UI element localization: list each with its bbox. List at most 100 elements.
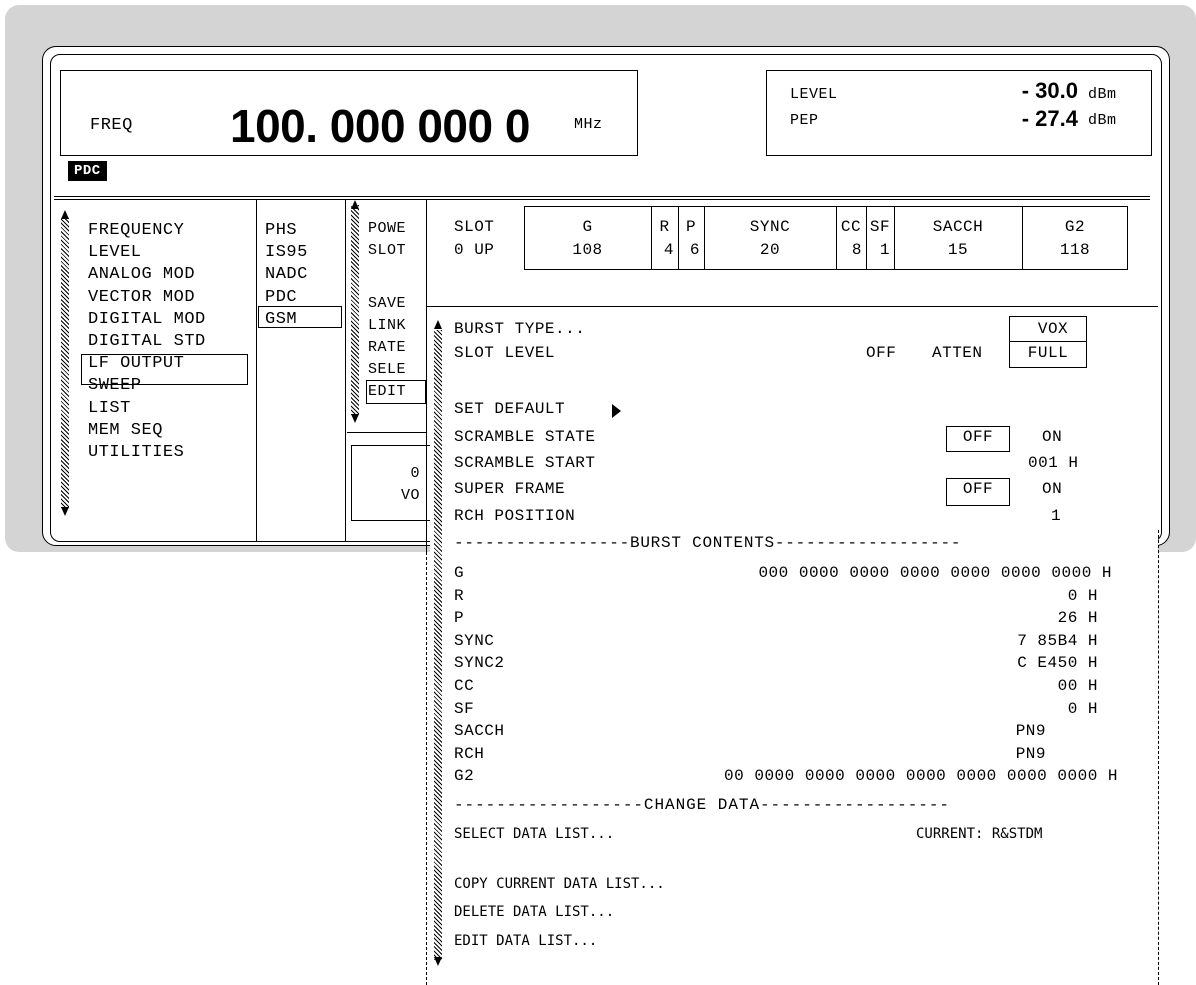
slot-field-r-value[interactable]: 4: [647, 241, 674, 259]
menu2-item-is95[interactable]: IS95: [265, 242, 308, 264]
slot-level-label[interactable]: SLOT LEVEL: [454, 344, 555, 362]
burst-row-sacch-value[interactable]: PN9: [446, 722, 1046, 740]
burst-row-g2-label: G2: [454, 767, 475, 786]
menu1-selection-box: [81, 354, 248, 385]
burst-row-sync-label: SYNC: [454, 631, 495, 650]
menu1-item-level[interactable]: LEVEL: [88, 242, 206, 264]
slot-field-sf-value[interactable]: 1: [862, 241, 890, 259]
slot-field-p-value[interactable]: 6: [674, 241, 700, 259]
slot-level-atten[interactable]: ATTEN: [932, 344, 983, 362]
menu1-item-list[interactable]: LIST: [88, 398, 206, 420]
signal-generator-screen: FREQ 100. 000 000 0 MHz LEVEL - 30.0 dBm…: [0, 0, 1196, 985]
scramble-state-label[interactable]: SCRAMBLE STATE: [454, 428, 595, 446]
set-default-arrow-icon: [612, 404, 621, 418]
menu3-scrollbar[interactable]: [351, 205, 359, 415]
scramble-start-value[interactable]: 001 H: [1028, 454, 1079, 472]
menu1-item-frequency[interactable]: FREQUENCY: [88, 220, 206, 242]
burst-contents-divider: -----------------BURST CONTENTS---------…: [454, 534, 962, 552]
super-frame-label[interactable]: SUPER FRAME: [454, 480, 565, 498]
settings-panel-right-dash: [1158, 530, 1159, 985]
scramble-state-on[interactable]: ON: [1042, 428, 1062, 446]
rch-position-label[interactable]: RCH POSITION: [454, 507, 575, 525]
pep-value: - 27.4: [1021, 106, 1078, 131]
menu1-scroll-up-icon[interactable]: [61, 210, 69, 219]
burst-row-sync2-label: SYNC2: [454, 654, 505, 673]
menu3-item-slot[interactable]: SLOT: [368, 242, 406, 259]
menu1-item-utilities[interactable]: UTILITIES: [88, 442, 206, 464]
menu3-item-power[interactable]: POWE: [368, 220, 406, 237]
super-frame-on[interactable]: ON: [1042, 480, 1062, 498]
menu1-item-digital-mod[interactable]: DIGITAL MOD: [88, 309, 206, 331]
menu1-item-analog-mod[interactable]: ANALOG MOD: [88, 264, 206, 286]
burst-row-g-value[interactable]: 000 0000 0000 0000 0000 0000 0000 H: [512, 564, 1112, 582]
slot-field-g-value[interactable]: 108: [524, 241, 651, 259]
menu1-item-mem-seq[interactable]: MEM SEQ: [88, 420, 206, 442]
copy-data-list-label[interactable]: COPY CURRENT DATA LIST...: [454, 876, 665, 892]
menu2-item-phs[interactable]: PHS: [265, 220, 308, 242]
menu2-divider: [345, 200, 346, 542]
level-value: - 30.0: [1021, 78, 1078, 103]
burst-row-sf-label: SF: [454, 699, 475, 718]
burst-row-rch-value[interactable]: PN9: [446, 745, 1046, 763]
menu3-item-edit[interactable]: EDIT: [368, 383, 406, 400]
scramble-state-off[interactable]: OFF: [946, 428, 1010, 446]
menu1-scrollbar[interactable]: [61, 218, 69, 508]
slot-field-sacch-name: SACCH: [932, 218, 984, 236]
menu3-scroll-down-icon[interactable]: [351, 414, 359, 423]
burst-row-sync2-value[interactable]: C E450 H: [498, 654, 1098, 672]
slot-field-separator: [704, 206, 705, 270]
burst-row-p-value[interactable]: 26 H: [498, 609, 1098, 627]
freq-unit: MHz: [574, 116, 603, 133]
menu3-info-line1: 0: [410, 465, 420, 482]
burst-row-sf-value[interactable]: 0 H: [498, 700, 1098, 718]
menu1-list: FREQUENCY LEVEL ANALOG MOD VECTOR MOD DIGITA…: [88, 220, 206, 464]
super-frame-off[interactable]: OFF: [946, 480, 1010, 498]
slot-level-full[interactable]: FULL: [1009, 344, 1087, 362]
burst-row-cc-value[interactable]: 00 H: [498, 677, 1098, 695]
slot-value: 0 UP: [454, 241, 495, 259]
menu1-item-vector-mod[interactable]: VECTOR MOD: [88, 287, 206, 309]
current-data-list: CURRENT: R&STDM: [916, 826, 1043, 842]
burst-row-sync-value[interactable]: 7 85B4 H: [498, 632, 1098, 650]
menu3-item-link[interactable]: LINK: [368, 317, 406, 334]
burst-row-g-label: G: [454, 564, 465, 582]
menu3-scroll-up-icon[interactable]: [351, 200, 359, 209]
settings-scroll-up-icon[interactable]: [434, 320, 442, 329]
settings-scrollbar[interactable]: [434, 330, 442, 960]
menu3-info-line2: VO: [400, 487, 420, 504]
slot-field-g2-value[interactable]: 118: [1022, 241, 1128, 259]
slot-label: SLOT: [454, 218, 495, 236]
slot-field-g-name: G: [582, 218, 593, 236]
menu3-item-rate[interactable]: RATE: [368, 339, 406, 356]
slot-field-sf-name: SF: [869, 218, 891, 236]
burst-type-label[interactable]: BURST TYPE...: [454, 320, 585, 338]
slot-field-separator: [1022, 206, 1023, 270]
settings-panel-top-border: [426, 306, 1158, 307]
slot-level-off[interactable]: OFF: [866, 344, 896, 362]
menu3-divider: [347, 432, 427, 433]
slot-field-cc-value[interactable]: 8: [832, 241, 862, 259]
change-data-divider: ------------------CHANGE DATA-----------…: [454, 796, 950, 814]
burst-row-r-value[interactable]: 0 H: [498, 587, 1098, 605]
edit-data-list-label[interactable]: EDIT DATA LIST...: [454, 933, 597, 949]
freq-value: 100. 000 000 0: [230, 100, 530, 152]
slot-field-cc-name: CC: [840, 218, 862, 236]
mode-badge: PDC: [68, 161, 107, 181]
menu3-item-save[interactable]: SAVE: [368, 295, 406, 312]
set-default-label[interactable]: SET DEFAULT: [454, 400, 565, 418]
menu3-item-select[interactable]: SELE: [368, 361, 406, 378]
slot-field-separator: [836, 206, 837, 270]
select-data-list-label[interactable]: SELECT DATA LIST...: [454, 826, 614, 842]
level-unit: dBm: [1088, 86, 1117, 103]
scramble-start-label[interactable]: SCRAMBLE START: [454, 454, 595, 472]
menu1-item-digital-std[interactable]: DIGITAL STD: [88, 331, 206, 353]
slot-field-sacch-value[interactable]: 15: [894, 241, 1022, 259]
slot-field-sync-value[interactable]: 20: [704, 241, 836, 259]
delete-data-list-label[interactable]: DELETE DATA LIST...: [454, 904, 614, 920]
menu1-scroll-down-icon[interactable]: [61, 507, 69, 516]
menu2-item-nadc[interactable]: NADC: [265, 264, 308, 286]
rch-position-value[interactable]: 1: [1051, 507, 1061, 525]
level-label: LEVEL: [790, 86, 838, 103]
settings-scroll-down-icon[interactable]: [434, 957, 442, 966]
burst-row-g2-value[interactable]: 00 0000 0000 0000 0000 0000 0000 0000 H: [518, 767, 1118, 785]
